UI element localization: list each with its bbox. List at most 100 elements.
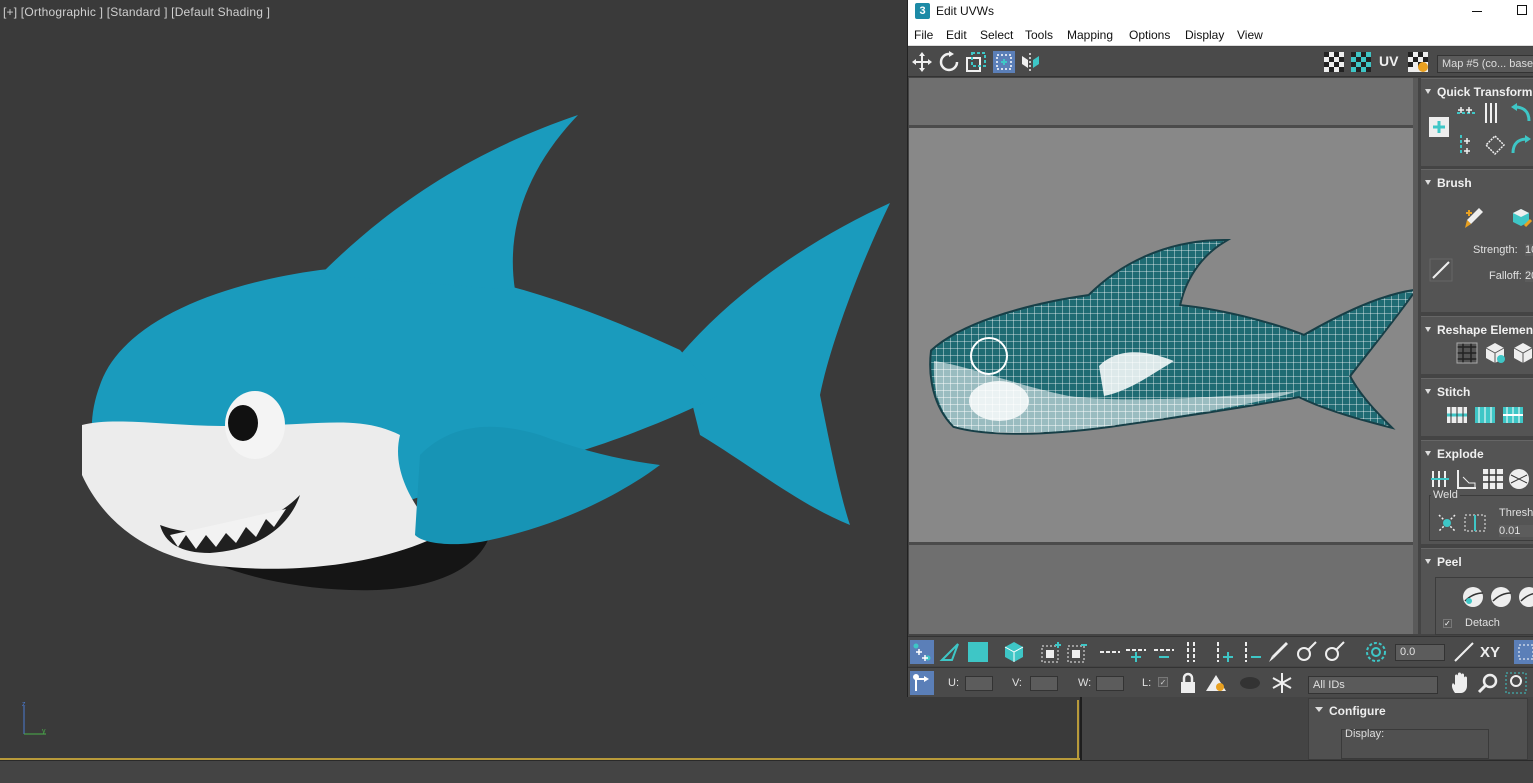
paint-shrink-icon[interactable] [1322, 640, 1346, 664]
quick-peel-icon[interactable] [1461, 585, 1485, 609]
rollout-collapse-icon[interactable] [1315, 707, 1323, 712]
l-checkbox[interactable]: ✓ [1158, 677, 1168, 687]
quick-transform-title[interactable]: Quick Transform [1437, 85, 1532, 99]
falloff-field[interactable]: 20 [1525, 270, 1533, 282]
rollout-collapse-icon[interactable] [1425, 389, 1431, 394]
texture-map-dropdown[interactable]: Map #5 (co... base. [1437, 55, 1533, 73]
paint-grow-icon[interactable] [1294, 640, 1318, 664]
loop-icon[interactable] [1098, 640, 1122, 664]
break-icon[interactable] [1429, 467, 1453, 491]
minimize-icon[interactable] [1472, 11, 1482, 12]
reshape-title[interactable]: Reshape Elements [1437, 323, 1533, 337]
menu-options[interactable]: Options [1129, 28, 1170, 42]
ring-icon[interactable] [1180, 640, 1204, 664]
paint-move-icon[interactable] [1461, 206, 1485, 230]
menu-mapping[interactable]: Mapping [1067, 28, 1113, 42]
relax-icon[interactable] [1483, 341, 1507, 365]
falloff-spinner[interactable]: 0.0 [1395, 644, 1445, 661]
loop-shrink-icon[interactable] [1152, 640, 1176, 664]
menu-view[interactable]: View [1237, 28, 1263, 42]
rotate-icon[interactable] [937, 50, 961, 74]
weld-target-icon[interactable] [1463, 511, 1487, 535]
vertex-select-icon[interactable] [910, 640, 934, 664]
edge-select-icon[interactable] [938, 640, 962, 664]
peel-title[interactable]: Peel [1437, 555, 1462, 569]
align-horizontal-icon[interactable] [1455, 101, 1479, 125]
shrink-selection-icon[interactable] [1066, 640, 1090, 664]
rollout-collapse-icon[interactable] [1425, 327, 1431, 332]
uv-editor-canvas[interactable] [909, 78, 1419, 634]
strength-field[interactable]: 10 [1525, 244, 1533, 256]
menu-file[interactable]: File [914, 28, 933, 42]
straighten-icon[interactable] [1455, 341, 1479, 365]
show-map-icon[interactable] [1349, 50, 1373, 74]
relax-settings-icon[interactable] [1511, 341, 1533, 365]
weld-selected-icon[interactable] [1435, 511, 1459, 535]
configure-rollout[interactable]: Configure Display: [1308, 698, 1528, 760]
menu-edit[interactable]: Edit [946, 28, 967, 42]
mirror-icon[interactable] [1019, 50, 1043, 74]
u-field[interactable] [965, 676, 993, 691]
maximize-icon[interactable] [1517, 5, 1527, 15]
hide-icon[interactable] [1204, 671, 1228, 695]
zoom-icon[interactable] [1476, 671, 1500, 695]
threshold-field[interactable]: 0.01 [1499, 525, 1533, 537]
detach-checkbox[interactable]: ✓ [1443, 619, 1452, 628]
explode-grid-icon[interactable] [1481, 467, 1505, 491]
element-select-icon[interactable] [1002, 640, 1026, 664]
uv-space-label[interactable]: UV [1379, 53, 1398, 69]
menu-display[interactable]: Display [1185, 28, 1224, 42]
pan-hand-icon[interactable] [1448, 671, 1472, 695]
rotate-ccw-icon[interactable] [1509, 101, 1533, 125]
ring-shrink-icon[interactable] [1240, 640, 1264, 664]
ring-grow-icon[interactable] [1212, 640, 1236, 664]
menu-select[interactable]: Select [980, 28, 1013, 42]
uv-shark-shell[interactable] [929, 236, 1419, 436]
align-center-icon[interactable] [1427, 115, 1451, 139]
move-icon[interactable] [910, 50, 934, 74]
rollout-collapse-icon[interactable] [1425, 559, 1431, 564]
relax-brush-icon[interactable] [1509, 206, 1533, 230]
space-grid-icon[interactable] [1483, 133, 1507, 157]
snowflake-icon[interactable] [1270, 671, 1294, 695]
stitch-title[interactable]: Stitch [1437, 385, 1470, 399]
rollout-collapse-icon[interactable] [1425, 89, 1431, 94]
peel-mode-icon[interactable] [1489, 585, 1513, 609]
absolute-offset-icon[interactable] [910, 671, 934, 695]
peel-reset-icon[interactable] [1517, 585, 1533, 609]
w-field[interactable] [1096, 676, 1124, 691]
lock-icon[interactable] [1176, 671, 1200, 695]
viewport-label[interactable]: [+] [Orthographic ] [Standard ] [Default… [3, 5, 270, 19]
window-titlebar[interactable]: 3 Edit UVWs [908, 0, 1533, 24]
checker-pattern-icon[interactable] [1322, 50, 1346, 74]
brush-title[interactable]: Brush [1437, 176, 1472, 190]
scale-icon[interactable] [964, 50, 988, 74]
grow-selection-icon[interactable] [1040, 640, 1064, 664]
falloff-type-icon[interactable] [1452, 640, 1476, 664]
rotate-cw-icon[interactable] [1509, 133, 1533, 157]
pin-brush-icon[interactable] [1429, 258, 1453, 282]
rollout-collapse-icon[interactable] [1425, 180, 1431, 185]
material-ids-dropdown[interactable]: All IDs [1308, 676, 1438, 694]
stitch-source-icon[interactable] [1473, 403, 1497, 427]
stitch-custom-icon[interactable] [1445, 403, 1469, 427]
soft-select-icon[interactable] [1364, 640, 1388, 664]
detach-edge-icon[interactable] [1455, 467, 1479, 491]
xy-space-toggle[interactable]: XY [1480, 644, 1500, 661]
loop-grow-icon[interactable] [1124, 640, 1148, 664]
face-select-icon[interactable] [966, 640, 990, 664]
rollout-collapse-icon[interactable] [1425, 451, 1431, 456]
flatten-icon[interactable] [1507, 467, 1531, 491]
freeze-icon[interactable] [1238, 671, 1262, 695]
explode-title[interactable]: Explode [1437, 447, 1484, 461]
shark-3d-model[interactable] [60, 95, 900, 595]
align-vertical-icon[interactable] [1481, 101, 1505, 125]
paint-select-icon[interactable] [1266, 640, 1290, 664]
select-by-element-icon[interactable] [1514, 640, 1533, 664]
map-settings-icon[interactable] [1406, 50, 1430, 74]
menu-tools[interactable]: Tools [1025, 28, 1053, 42]
configure-title[interactable]: Configure [1329, 704, 1386, 718]
v-field[interactable] [1030, 676, 1058, 691]
stitch-average-icon[interactable] [1501, 403, 1525, 427]
freeform-icon[interactable] [992, 50, 1016, 74]
